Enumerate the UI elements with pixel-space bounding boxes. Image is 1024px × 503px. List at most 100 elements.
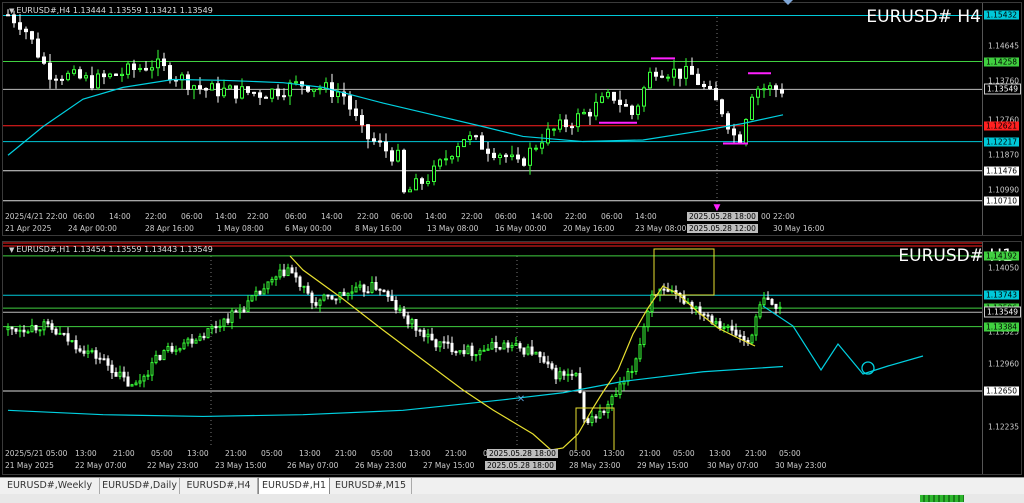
- candle-body: [114, 73, 118, 76]
- candle-body: [474, 354, 478, 357]
- candle-body: [386, 291, 390, 297]
- time-tick-label: 23 May 15:00: [215, 461, 267, 470]
- h1-price-axis[interactable]: 1.14050 1.13325 1.12960 1.12235 1.14192 1.137…: [982, 242, 1021, 474]
- candle-body: [634, 358, 638, 373]
- candle-body: [654, 71, 658, 77]
- candle-body: [456, 146, 460, 158]
- candle-body: [558, 371, 562, 380]
- candle-body: [542, 356, 546, 363]
- chart-tab-bar: EURUSD#,Weekly EURUSD#,Daily EURUSD#,H4 …: [0, 477, 1024, 495]
- time-tick-label: 06:00: [495, 212, 517, 221]
- candle-body: [462, 139, 466, 148]
- candle-body: [194, 339, 198, 344]
- time-tick-label: 05:00: [151, 449, 173, 458]
- candle-body: [494, 342, 498, 349]
- price-tick-label: 1.12235: [987, 422, 1019, 432]
- candle-body: [540, 142, 544, 149]
- tab-weekly[interactable]: EURUSD#,Weekly: [0, 478, 100, 494]
- candle-body: [570, 373, 574, 376]
- candle-body: [178, 348, 182, 351]
- candle-body: [516, 154, 520, 160]
- time-tick-label: 14:00: [635, 212, 657, 221]
- time-tick-label: 2025/5/21 05:00: [5, 449, 68, 458]
- h4-price-axis[interactable]: 1.146451.137601.127601.118701.109901.154…: [982, 3, 1021, 235]
- candle-body: [238, 309, 242, 313]
- chart-shift-marker-icon[interactable]: [783, 0, 793, 5]
- status-bar: [0, 494, 1024, 503]
- tab-h1[interactable]: EURUSD#,H1: [258, 477, 330, 495]
- tab-m15[interactable]: EURUSD#,M15: [330, 478, 412, 494]
- h1-time-axis-row2: 21 May 2025 22 May 07:00 22 May 23:00 23 Ma…: [3, 461, 983, 472]
- candle-body: [186, 338, 190, 344]
- candle-body: [564, 119, 568, 128]
- candle-body: [294, 81, 298, 84]
- candle-body: [766, 297, 770, 300]
- candle-body: [734, 329, 738, 336]
- candle-body: [594, 101, 598, 117]
- candle-body: [750, 334, 754, 344]
- time-tick-label: 14:00: [215, 212, 237, 221]
- collapse-triangle-icon[interactable]: ▼: [9, 246, 14, 254]
- time-tick-label: 05:00: [261, 449, 283, 458]
- time-tick-label: 06:00: [601, 212, 623, 221]
- candle-body: [706, 314, 710, 317]
- candle-body: [96, 73, 100, 89]
- candle-body: [218, 325, 222, 328]
- time-tick-label: 22:00: [357, 212, 379, 221]
- h1-price-plot[interactable]: ✕: [3, 242, 983, 450]
- candle-body: [18, 329, 22, 332]
- candle-body: [190, 338, 194, 344]
- candle-body: [222, 318, 226, 327]
- tab-daily[interactable]: EURUSD#,Daily: [100, 478, 180, 494]
- candle-body: [138, 380, 142, 384]
- candle-body: [384, 141, 388, 152]
- time-tick-label: 06:00: [391, 212, 413, 221]
- time-tick-label: 22 May 23:00: [147, 461, 199, 470]
- tab-h4[interactable]: EURUSD#,H4: [180, 478, 258, 494]
- time-tick-label: 14:00: [425, 212, 447, 221]
- candle-body: [430, 333, 434, 341]
- candle-body: [546, 128, 550, 144]
- candle-body: [66, 72, 70, 81]
- candle-body: [312, 88, 316, 92]
- candle-body: [718, 321, 722, 329]
- time-tick-label: 13:00: [299, 449, 321, 458]
- candle-body: [370, 282, 374, 293]
- h4-price-plot[interactable]: ▼: [3, 3, 983, 213]
- candle-body: [138, 67, 142, 70]
- projection-line: [762, 305, 924, 375]
- candle-body: [642, 326, 646, 346]
- candle-body: [234, 310, 238, 313]
- candle-body: [30, 325, 34, 333]
- candle-body: [206, 328, 210, 339]
- candle-body: [660, 75, 664, 78]
- candle-body: [54, 78, 58, 81]
- candle-body: [282, 95, 286, 98]
- candle-body: [582, 111, 586, 115]
- connection-status-icon: [920, 495, 964, 502]
- time-tick-label: 29 May 15:00: [637, 461, 689, 470]
- candle-body: [466, 345, 470, 355]
- cross-marker-icon: ✕: [517, 394, 525, 405]
- candle-body: [318, 299, 322, 306]
- h4-chart-window[interactable]: ▼ ▼ EURUSD#,H4 1.13444 1.13559 1.13421 1.…: [2, 2, 1022, 236]
- price-level-label: 1.13384: [984, 322, 1020, 332]
- candle-body: [630, 105, 634, 115]
- candle-body: [86, 350, 90, 354]
- candle-body: [242, 309, 246, 312]
- candle-body: [78, 348, 82, 352]
- candle-body: [558, 119, 562, 130]
- candle-body: [226, 318, 230, 323]
- candle-body: [246, 300, 250, 312]
- candle-body: [46, 321, 50, 325]
- candle-body: [402, 308, 406, 317]
- candle-body: [610, 395, 614, 405]
- candle-body: [214, 326, 218, 329]
- h1-chart-window[interactable]: ✕ ▼ EURUSD#,H1 1.13454 1.13559 1.13443 1.…: [2, 241, 1022, 475]
- collapse-triangle-icon[interactable]: ▼: [9, 7, 14, 15]
- time-tick-label: 2025.05.28 18:00: [687, 212, 758, 221]
- price-level-label: 1.13743: [984, 290, 1020, 300]
- candle-body: [374, 282, 378, 290]
- candle-body: [600, 96, 604, 103]
- candle-body: [120, 73, 124, 76]
